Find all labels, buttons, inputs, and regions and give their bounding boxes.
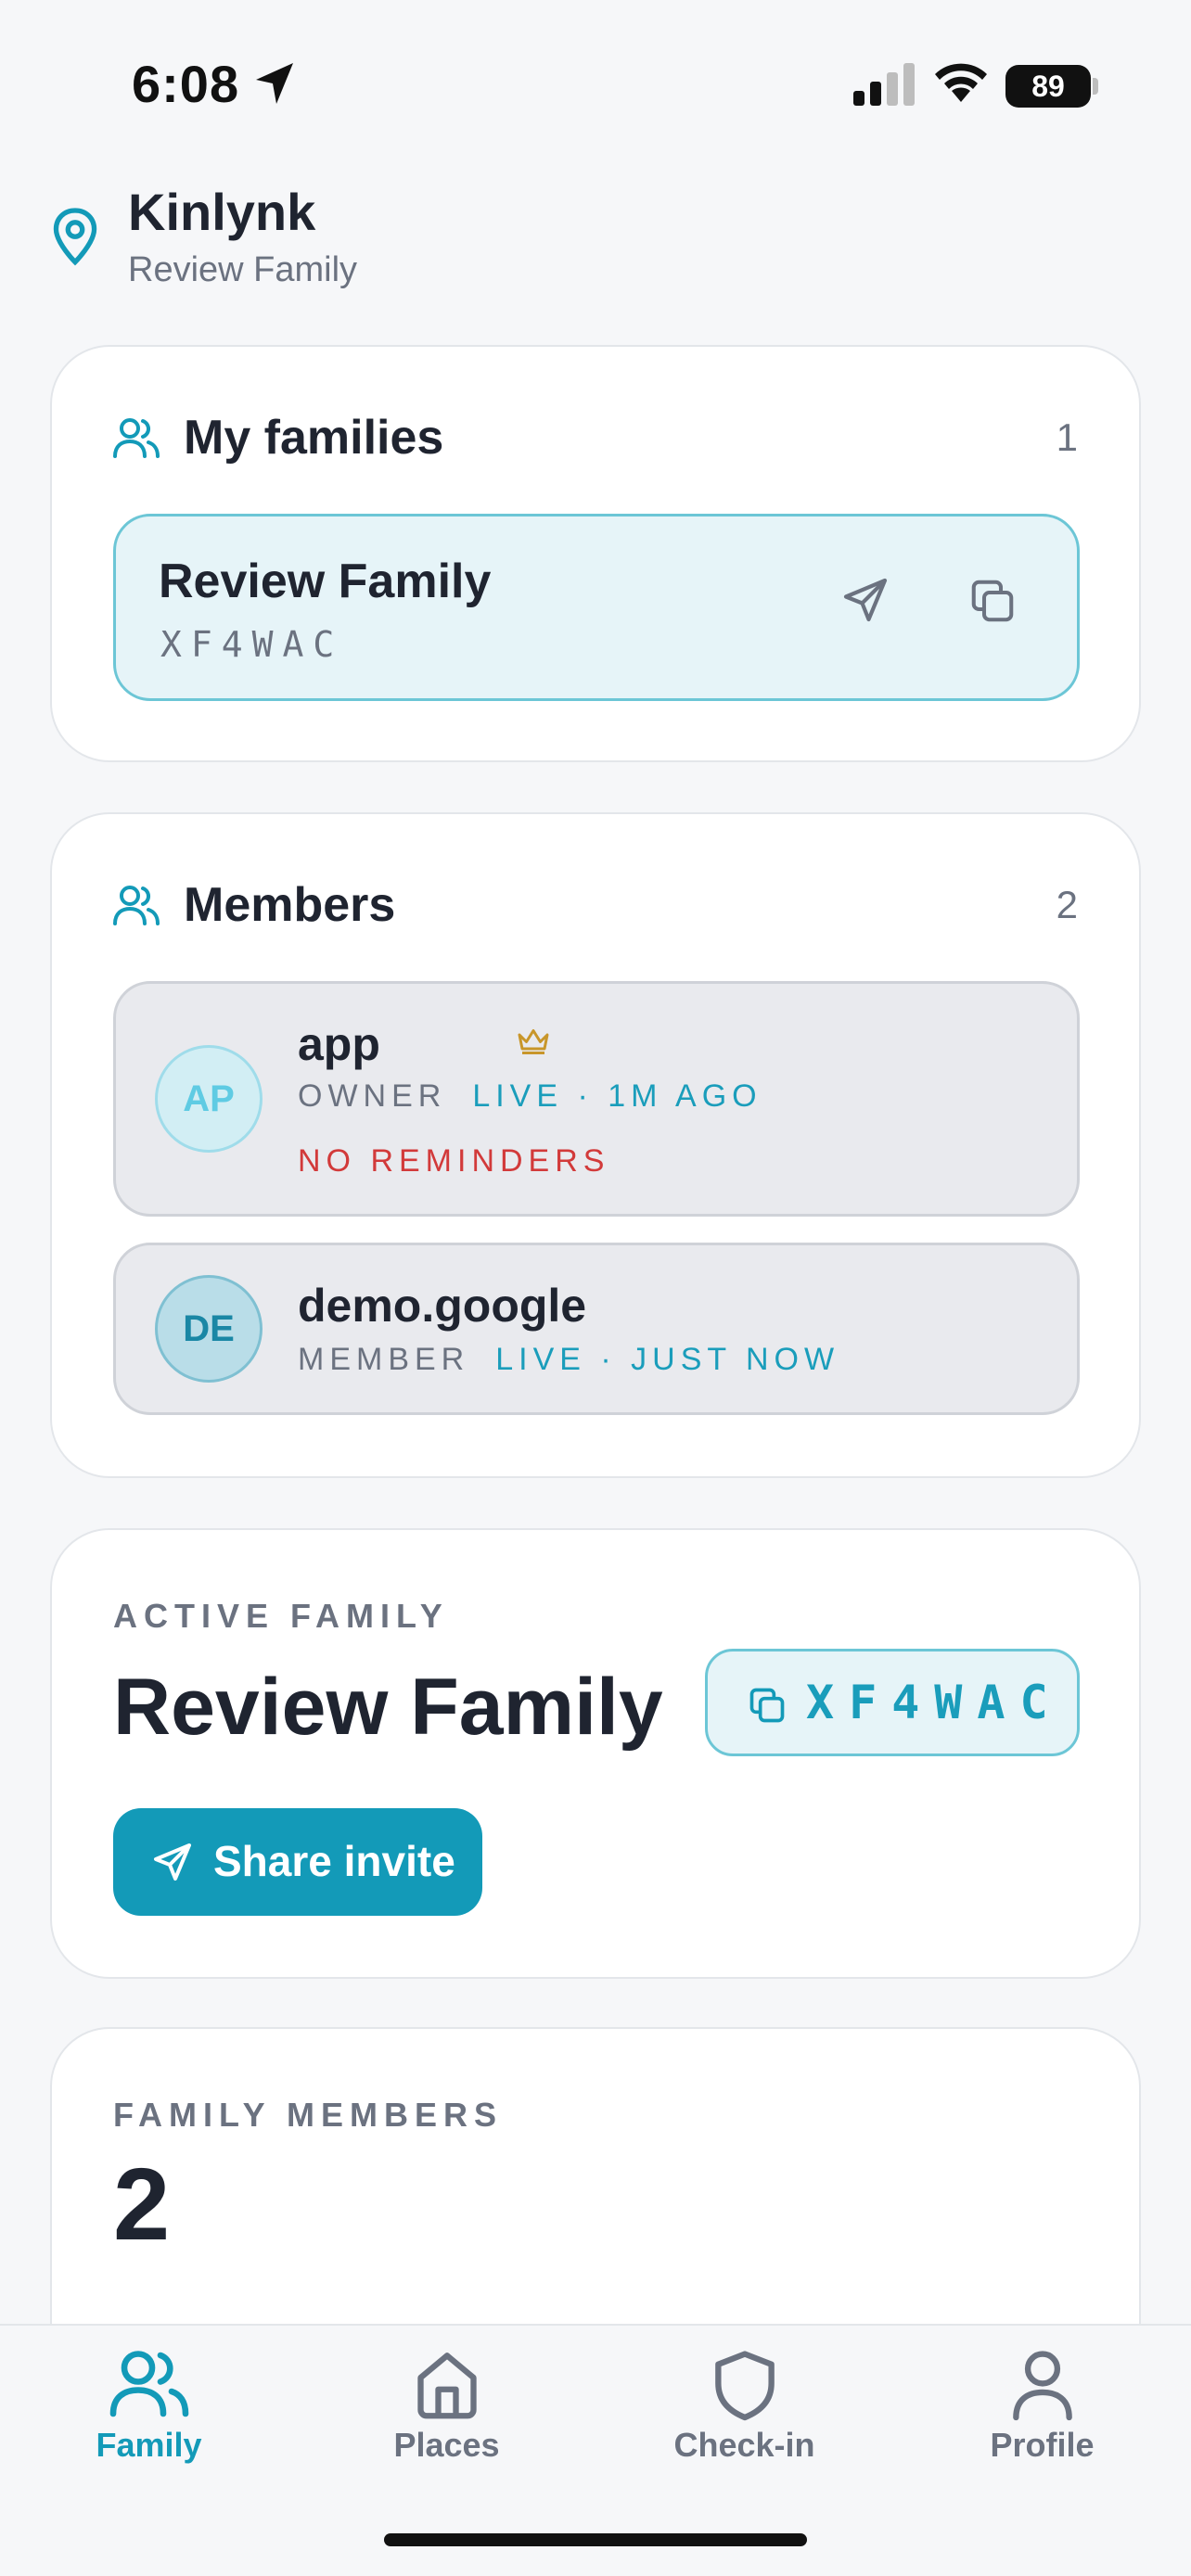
member-name: app <box>298 1018 380 1070</box>
members-header: Members 2 <box>111 877 1078 933</box>
battery-nub <box>1093 78 1098 95</box>
tab-family-label: Family <box>96 2426 202 2464</box>
location-arrow-icon <box>256 63 293 104</box>
member-status: LIVE · JUST NOW <box>495 1342 840 1377</box>
users-icon <box>109 2351 188 2417</box>
map-pin-icon <box>53 208 97 266</box>
app-header: Kinlynk Review Family <box>48 182 1143 302</box>
send-icon[interactable] <box>839 574 891 626</box>
active-family-code: XF4WAC <box>806 1676 1063 1729</box>
family-item-name: Review Family <box>159 555 492 608</box>
member-row[interactable]: AP app OWNER LIVE · 1M AGO NO REMINDERS <box>113 981 1080 1217</box>
shield-icon <box>714 2351 775 2421</box>
members-card: Members 2 AP app OWNER LIVE · 1M AGO NO R… <box>50 812 1141 1478</box>
tab-profile[interactable]: Profile <box>893 2326 1191 2483</box>
my-families-count: 1 <box>1056 415 1078 459</box>
tab-places-label: Places <box>393 2426 500 2464</box>
cellular-signal-icon <box>853 63 915 106</box>
tab-family[interactable]: Family <box>0 2326 298 2483</box>
crown-icon <box>518 1029 549 1054</box>
avatar: DE <box>155 1275 263 1383</box>
members-count: 2 <box>1056 883 1078 926</box>
active-family-name: Review Family <box>113 1663 663 1752</box>
member-role: MEMBER <box>298 1342 470 1377</box>
member-warning: NO REMINDERS <box>298 1143 610 1179</box>
tab-profile-label: Profile <box>990 2426 1095 2464</box>
avatar: AP <box>155 1045 263 1153</box>
tab-check-in-label: Check-in <box>673 2426 815 2464</box>
member-row[interactable]: DE demo.google MEMBER LIVE · JUST NOW <box>113 1243 1080 1415</box>
copy-icon[interactable] <box>967 576 1018 626</box>
users-icon <box>113 886 160 925</box>
app-title: Kinlynk <box>128 183 316 241</box>
app-subtitle: Review Family <box>128 250 358 289</box>
family-members-eyebrow: FAMILY MEMBERS <box>113 2096 504 2134</box>
send-icon <box>154 1843 191 1881</box>
tab-check-in[interactable]: Check-in <box>596 2326 893 2483</box>
my-families-card: My families 1 Review Family XF4WAC <box>50 345 1141 762</box>
member-role: OWNER <box>298 1078 447 1114</box>
my-families-header: My families 1 <box>111 410 1078 465</box>
active-family-card: ACTIVE FAMILY Review Family XF4WAC Share… <box>50 1528 1141 1979</box>
family-members-count: 2 <box>113 2148 171 2262</box>
member-status: LIVE · 1M AGO <box>472 1078 762 1114</box>
family-item-code: XF4WAC <box>160 624 344 665</box>
family-item[interactable]: Review Family XF4WAC <box>113 514 1080 701</box>
member-name: demo.google <box>298 1280 587 1332</box>
copy-icon <box>749 1688 785 1723</box>
home-indicator <box>384 2533 807 2546</box>
home-icon <box>416 2353 477 2419</box>
share-invite-label: Share invite <box>213 1837 455 1885</box>
my-families-title: My families <box>184 411 444 465</box>
users-icon <box>113 418 160 458</box>
share-invite-button[interactable]: Share invite <box>113 1808 482 1916</box>
copy-code-button[interactable]: XF4WAC <box>705 1649 1080 1756</box>
status-bar: 6:08 89 <box>0 0 1191 176</box>
status-time: 6:08 <box>132 55 240 113</box>
tab-places[interactable]: Places <box>298 2326 596 2483</box>
user-icon <box>1012 2351 1072 2421</box>
wifi-icon <box>935 63 987 102</box>
members-title: Members <box>184 878 396 932</box>
member-meta: MEMBER LIVE · JUST NOW <box>298 1342 839 1378</box>
active-family-eyebrow: ACTIVE FAMILY <box>113 1597 449 1635</box>
battery-indicator: 89 <box>1005 65 1091 108</box>
member-meta: OWNER LIVE · 1M AGO <box>298 1078 762 1115</box>
